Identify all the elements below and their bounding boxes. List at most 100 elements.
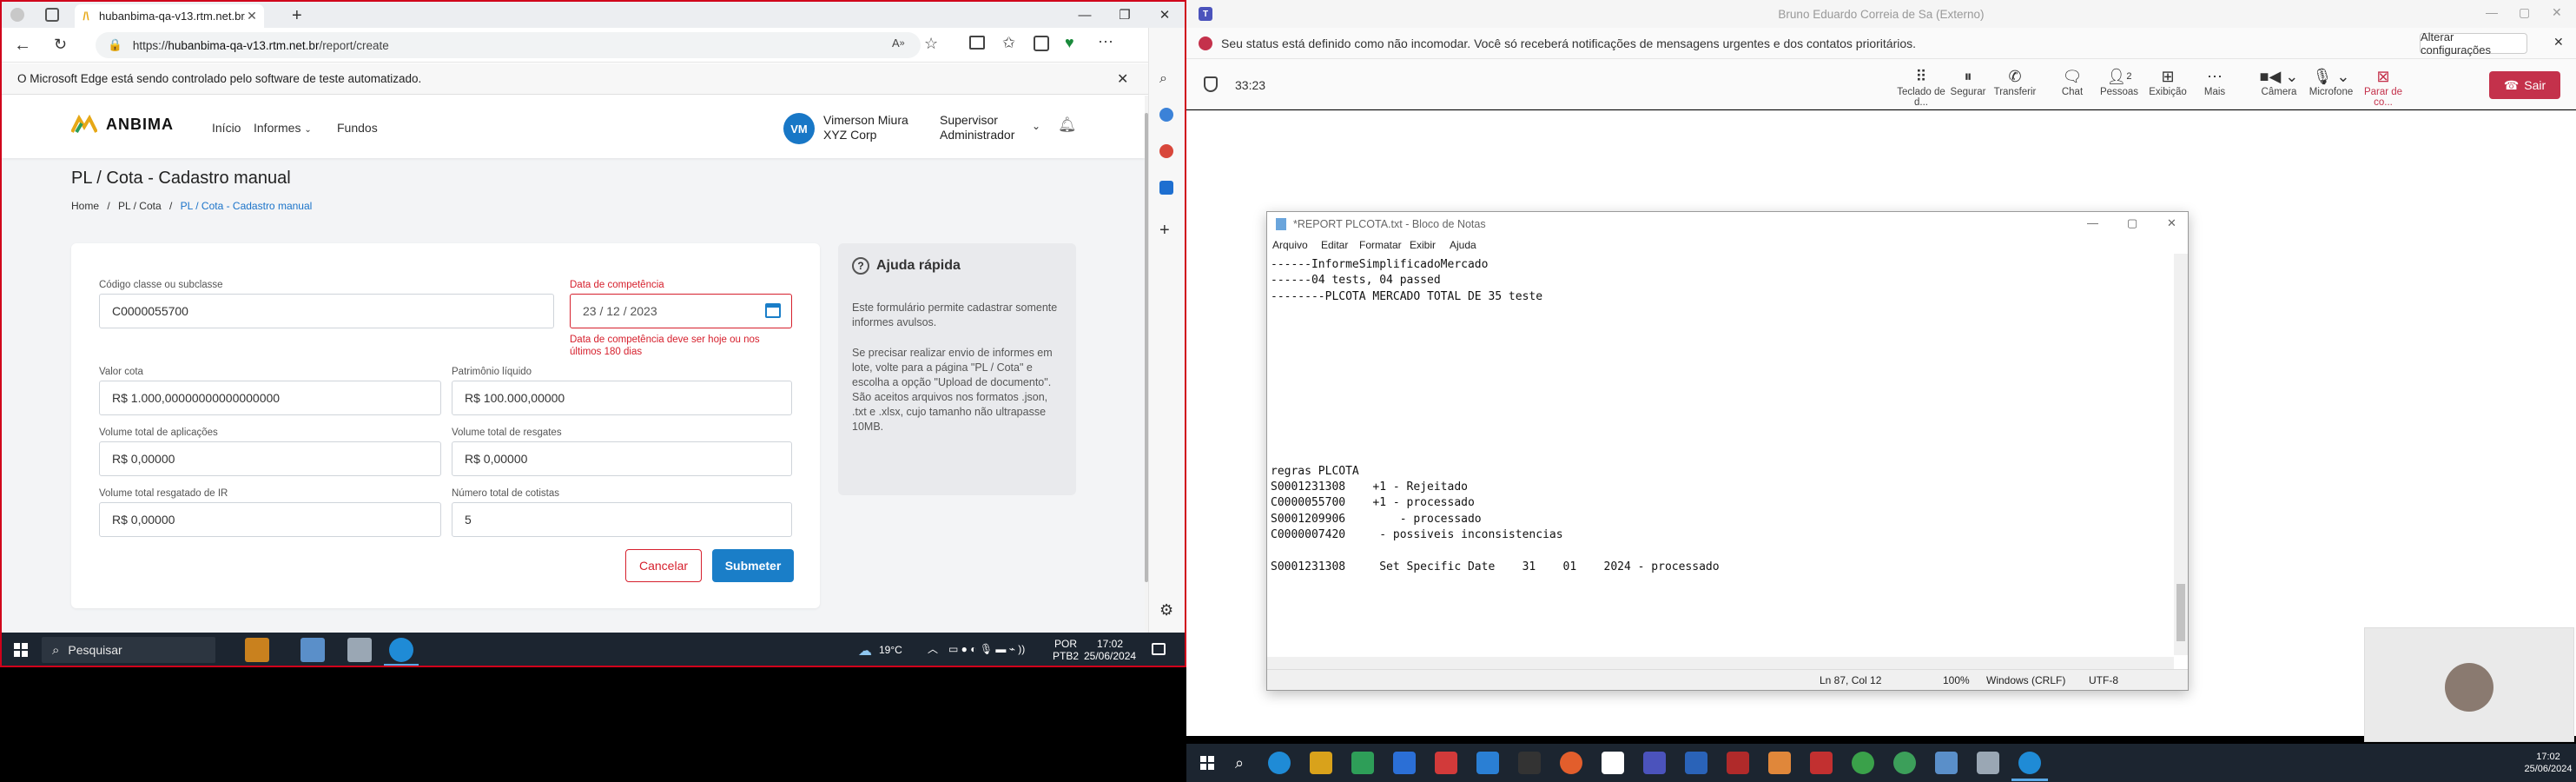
- notepad-taskbar-icon[interactable]: [301, 638, 325, 662]
- windows-start-icon[interactable]: [1200, 756, 1214, 770]
- close-window-icon[interactable]: ✕: [2167, 216, 2176, 230]
- snipping-tool-icon[interactable]: [1977, 752, 1999, 774]
- stop-sharing-button[interactable]: ⊠ Parar de co...: [2359, 66, 2408, 109]
- back-arrow-icon[interactable]: ←: [14, 36, 31, 56]
- edge-icon[interactable]: [2018, 752, 2041, 774]
- file-icon[interactable]: [1602, 752, 1624, 774]
- powershell-icon[interactable]: [1685, 752, 1707, 774]
- close-window-icon[interactable]: ✕: [1145, 2, 1185, 28]
- close-tab-icon[interactable]: ✕: [245, 9, 259, 23]
- transfer-button[interactable]: ✆ Transferir: [1991, 66, 2039, 106]
- menu-arquivo[interactable]: Arquivo: [1272, 239, 1308, 251]
- nav-fundos[interactable]: Fundos: [337, 121, 378, 135]
- aplicacoes-input[interactable]: R$ 0,00000: [99, 441, 441, 476]
- app-icon[interactable]: [1727, 752, 1749, 774]
- chrome-icon[interactable]: [1852, 752, 1874, 774]
- breadcrumb-plcota[interactable]: PL / Cota: [118, 200, 162, 212]
- app-icon[interactable]: [1768, 752, 1791, 774]
- close-infobar-icon[interactable]: ✕: [1117, 70, 1128, 88]
- notepad-icon[interactable]: [1935, 752, 1958, 774]
- nav-inicio[interactable]: Início: [212, 121, 241, 135]
- dialpad-button[interactable]: ⠿ Teclado de d...: [1897, 66, 1945, 109]
- data-competencia-input[interactable]: 23 / 12 / 2023: [570, 294, 792, 328]
- people-button[interactable]: 👤︎ 2 Pessoas: [2095, 66, 2143, 106]
- favorites-icon[interactable]: ✩: [1002, 34, 1015, 52]
- tab-actions-icon[interactable]: [45, 8, 59, 22]
- outlook-icon[interactable]: [1159, 181, 1173, 195]
- app-icon[interactable]: [1351, 752, 1374, 774]
- url-bar[interactable]: 🔒 https:// hubanbima-qa-v13.rtm.net.br /…: [96, 32, 921, 58]
- read-aloud-icon[interactable]: A»: [892, 36, 905, 50]
- split-screen-icon[interactable]: [969, 36, 985, 50]
- collections-icon[interactable]: [1034, 36, 1049, 51]
- notepad-horizontal-scrollbar[interactable]: [1267, 657, 2174, 669]
- favorite-star-icon[interactable]: ☆: [924, 35, 938, 53]
- taskbar-search[interactable]: ⌕ Pesquisar: [42, 637, 215, 663]
- weather-cloud-icon[interactable]: ☁: [858, 642, 872, 659]
- search-icon[interactable]: ⌕: [1159, 71, 1167, 87]
- cancel-button[interactable]: Cancelar: [625, 549, 702, 582]
- windows-start-icon[interactable]: [14, 643, 28, 657]
- notifications-icon[interactable]: [1152, 643, 1166, 655]
- chat-button[interactable]: 🗨︎ Chat: [2048, 66, 2097, 106]
- vscode-icon[interactable]: [1476, 752, 1499, 774]
- terminal-icon[interactable]: [1518, 752, 1541, 774]
- calendar-icon[interactable]: [765, 303, 781, 318]
- tray-chevron-up-icon[interactable]: ︿: [928, 643, 938, 655]
- more-options-icon[interactable]: ⋯: [1098, 33, 1113, 51]
- submit-button[interactable]: Submeter: [712, 549, 794, 582]
- search-icon[interactable]: ⌕: [1235, 754, 1244, 772]
- app-icon[interactable]: [1435, 752, 1457, 774]
- avatar[interactable]: VM: [783, 113, 815, 144]
- view-button[interactable]: ⊞ Exibição: [2143, 66, 2192, 106]
- minimize-icon[interactable]: —: [1065, 2, 1105, 28]
- menu-exibir[interactable]: Exibir: [1410, 239, 1436, 251]
- clock[interactable]: 17:02 25/06/2024: [1084, 638, 1136, 662]
- notepad-text-area[interactable]: ------InformeSimplificadoMercado ------04…: [1271, 257, 2170, 657]
- hold-button[interactable]: ⏸ Segurar: [1944, 66, 1992, 106]
- edge-taskbar-icon[interactable]: [389, 638, 413, 662]
- anbima-logo[interactable]: ANBIMA: [71, 115, 174, 134]
- resgates-input[interactable]: R$ 0,00000: [452, 441, 792, 476]
- edge-icon[interactable]: [1268, 752, 1291, 774]
- app-icon[interactable]: [1393, 752, 1416, 774]
- role-chevron-down-icon[interactable]: ⌄: [1032, 120, 1040, 132]
- office-icon[interactable]: [1159, 144, 1173, 158]
- patrimonio-input[interactable]: R$ 100.000,00000: [452, 381, 792, 415]
- work-briefcase-icon[interactable]: [245, 638, 269, 662]
- app-icon[interactable]: [1893, 752, 1916, 774]
- snipping-tool-icon[interactable]: [347, 638, 372, 662]
- self-video-tile[interactable]: [2364, 627, 2574, 742]
- minimize-icon[interactable]: —: [2087, 216, 2098, 229]
- weather-temp[interactable]: 19°C: [879, 644, 902, 656]
- page-scrollbar[interactable]: [1145, 96, 1148, 633]
- extension-icon[interactable]: [1159, 108, 1173, 122]
- clock[interactable]: 17:02 25/06/2024: [2524, 751, 2573, 775]
- camera-button[interactable]: ■◀ ⌄ Câmera: [2255, 66, 2303, 106]
- close-notice-icon[interactable]: ✕: [2553, 35, 2564, 50]
- browser-tab[interactable]: /\ hubanbima-qa-v13.rtm.net.br/re ✕: [75, 4, 264, 28]
- browser-essentials-icon[interactable]: ♥: [1065, 34, 1074, 52]
- language-indicator[interactable]: POR PTB2: [1053, 638, 1079, 662]
- microphone-button[interactable]: 🎙︎ ⌄ Microfone: [2307, 66, 2355, 106]
- refresh-icon[interactable]: ↻: [54, 36, 67, 54]
- valor-cota-input[interactable]: R$ 1.000,00000000000000000: [99, 381, 441, 415]
- teams-icon[interactable]: [1643, 752, 1666, 774]
- app-icon[interactable]: [1560, 752, 1582, 774]
- menu-ajuda[interactable]: Ajuda: [1450, 239, 1476, 251]
- menu-editar[interactable]: Editar: [1321, 239, 1348, 251]
- codigo-input[interactable]: C0000055700: [99, 294, 554, 328]
- scrollbar-thumb[interactable]: [1145, 113, 1148, 582]
- user-block[interactable]: Vimerson Miura XYZ Corp: [823, 113, 908, 142]
- add-sidebar-icon[interactable]: +: [1159, 221, 1170, 241]
- leave-button[interactable]: ☎ Sair: [2489, 71, 2560, 99]
- file-explorer-icon[interactable]: [1310, 752, 1332, 774]
- menu-formatar[interactable]: Formatar: [1359, 239, 1402, 251]
- minimize-icon[interactable]: —: [2486, 5, 2498, 19]
- profile-icon[interactable]: [10, 8, 24, 22]
- maximize-icon[interactable]: ❐: [1105, 2, 1145, 28]
- tray-icons[interactable]: ▭ ● ◐ 🎙 ▬ ⌁ )): [948, 643, 1025, 655]
- more-button[interactable]: ⋯ Mais: [2190, 66, 2239, 106]
- app-icon[interactable]: [1810, 752, 1833, 774]
- change-settings-button[interactable]: Alterar configurações: [2420, 30, 2527, 56]
